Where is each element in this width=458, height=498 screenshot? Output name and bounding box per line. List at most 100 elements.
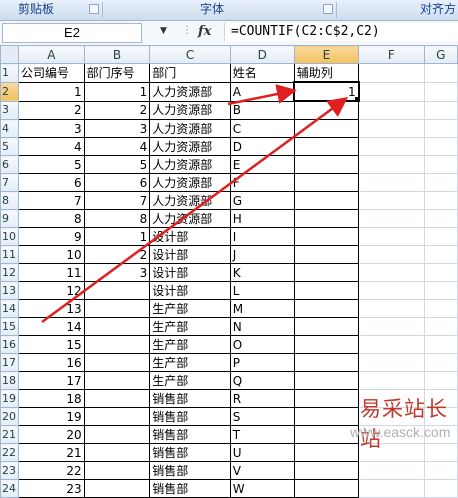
cell[interactable] — [423, 263, 458, 282]
cell-a[interactable]: 16 — [18, 353, 85, 372]
header-cell-c[interactable]: 部门 — [149, 63, 231, 83]
column-header-d[interactable]: D — [229, 45, 295, 64]
cell[interactable] — [423, 227, 458, 246]
cell-d[interactable]: E — [229, 155, 295, 174]
cell[interactable] — [358, 281, 425, 300]
cell[interactable] — [358, 173, 425, 192]
cell[interactable] — [358, 335, 425, 354]
cell-d[interactable]: J — [229, 245, 295, 264]
cell-d[interactable]: B — [229, 100, 295, 120]
name-box[interactable]: E2 — [2, 23, 142, 43]
cell[interactable] — [423, 191, 458, 210]
cell-d[interactable]: D — [229, 137, 295, 156]
cell[interactable] — [358, 317, 425, 336]
row-header[interactable]: 17 — [0, 353, 19, 372]
cell-e[interactable] — [293, 389, 360, 408]
cell-a[interactable]: 11 — [18, 263, 85, 282]
cell[interactable] — [423, 317, 458, 336]
cell-c[interactable]: 人力资源部 — [149, 191, 231, 210]
cell-b[interactable] — [83, 317, 151, 336]
cell-e[interactable] — [293, 371, 360, 390]
cell-a[interactable]: 22 — [18, 461, 85, 480]
cell-a[interactable]: 17 — [18, 371, 85, 390]
cell-b[interactable]: 4 — [83, 137, 151, 156]
cell[interactable] — [358, 63, 425, 83]
clipboard-launcher-icon[interactable] — [89, 4, 99, 14]
cell-e[interactable] — [293, 353, 360, 372]
cell-d[interactable]: G — [229, 191, 295, 210]
row-header[interactable]: 18 — [0, 371, 19, 390]
row-header[interactable]: 6 — [0, 155, 19, 174]
cell-c[interactable]: 人力资源部 — [149, 155, 231, 174]
cell[interactable] — [423, 479, 458, 498]
cell[interactable] — [358, 81, 425, 102]
cell-e[interactable] — [293, 209, 360, 228]
cell-d[interactable]: M — [229, 299, 295, 318]
cell-a[interactable]: 8 — [18, 209, 85, 228]
cell[interactable] — [423, 353, 458, 372]
cell-d[interactable]: F — [229, 173, 295, 192]
cell-c[interactable]: 销售部 — [149, 443, 231, 462]
cell-d[interactable]: T — [229, 425, 295, 444]
cell[interactable] — [423, 245, 458, 264]
cell-d[interactable]: N — [229, 317, 295, 336]
cell-a[interactable]: 19 — [18, 407, 85, 426]
cell-d[interactable]: W — [229, 479, 295, 498]
row-header[interactable]: 13 — [0, 281, 19, 300]
cell-b[interactable]: 5 — [83, 155, 151, 174]
column-header-a[interactable]: A — [18, 45, 85, 64]
cell-b[interactable]: 3 — [83, 263, 151, 282]
cell-a[interactable]: 1 — [18, 81, 85, 102]
cell[interactable] — [423, 81, 458, 102]
row-header[interactable]: 15 — [0, 317, 19, 336]
insert-function-button[interactable]: fx — [198, 24, 211, 39]
cell[interactable] — [423, 155, 458, 174]
column-header-e[interactable]: E — [293, 45, 360, 64]
cell-c[interactable]: 生产部 — [149, 371, 231, 390]
cell-c[interactable]: 人力资源部 — [149, 137, 231, 156]
cell[interactable] — [358, 100, 425, 120]
cell[interactable] — [423, 137, 458, 156]
cell-a[interactable]: 20 — [18, 425, 85, 444]
cell-d[interactable]: L — [229, 281, 295, 300]
cell[interactable] — [423, 63, 458, 83]
cell-b[interactable] — [83, 371, 151, 390]
cell-e[interactable] — [293, 461, 360, 480]
cell-c[interactable]: 销售部 — [149, 407, 231, 426]
ribbon-group-alignment[interactable]: 对齐方 — [420, 0, 456, 20]
cell-c[interactable]: 销售部 — [149, 389, 231, 408]
cell[interactable] — [358, 209, 425, 228]
cell[interactable] — [358, 245, 425, 264]
cell-b[interactable] — [83, 353, 151, 372]
cell-b[interactable] — [83, 299, 151, 318]
cell-e[interactable] — [293, 317, 360, 336]
cell-d[interactable]: K — [229, 263, 295, 282]
cell[interactable] — [358, 371, 425, 390]
row-header[interactable]: 2 — [0, 81, 19, 102]
cell-b[interactable] — [83, 335, 151, 354]
cell[interactable] — [358, 461, 425, 480]
cell-e[interactable] — [293, 119, 360, 138]
cell-c[interactable]: 销售部 — [149, 479, 231, 498]
row-header[interactable]: 23 — [0, 461, 19, 480]
font-launcher-icon[interactable] — [323, 4, 333, 14]
cell-c[interactable]: 人力资源部 — [149, 173, 231, 192]
cell-d[interactable]: H — [229, 209, 295, 228]
fill-handle[interactable] — [354, 97, 360, 102]
cell-c[interactable]: 设计部 — [149, 227, 231, 246]
cell[interactable] — [358, 137, 425, 156]
cell[interactable] — [423, 371, 458, 390]
cell[interactable] — [358, 263, 425, 282]
cell[interactable] — [358, 299, 425, 318]
row-header[interactable]: 21 — [0, 425, 19, 444]
cell-a[interactable]: 23 — [18, 479, 85, 498]
cell-a[interactable]: 4 — [18, 137, 85, 156]
cell-c[interactable]: 人力资源部 — [149, 100, 231, 120]
cell-e[interactable] — [293, 191, 360, 210]
cell[interactable] — [358, 353, 425, 372]
cell-b[interactable]: 2 — [83, 245, 151, 264]
cell[interactable] — [358, 227, 425, 246]
cell[interactable] — [358, 479, 425, 498]
row-header[interactable]: 12 — [0, 263, 19, 282]
cell-a[interactable]: 12 — [18, 281, 85, 300]
